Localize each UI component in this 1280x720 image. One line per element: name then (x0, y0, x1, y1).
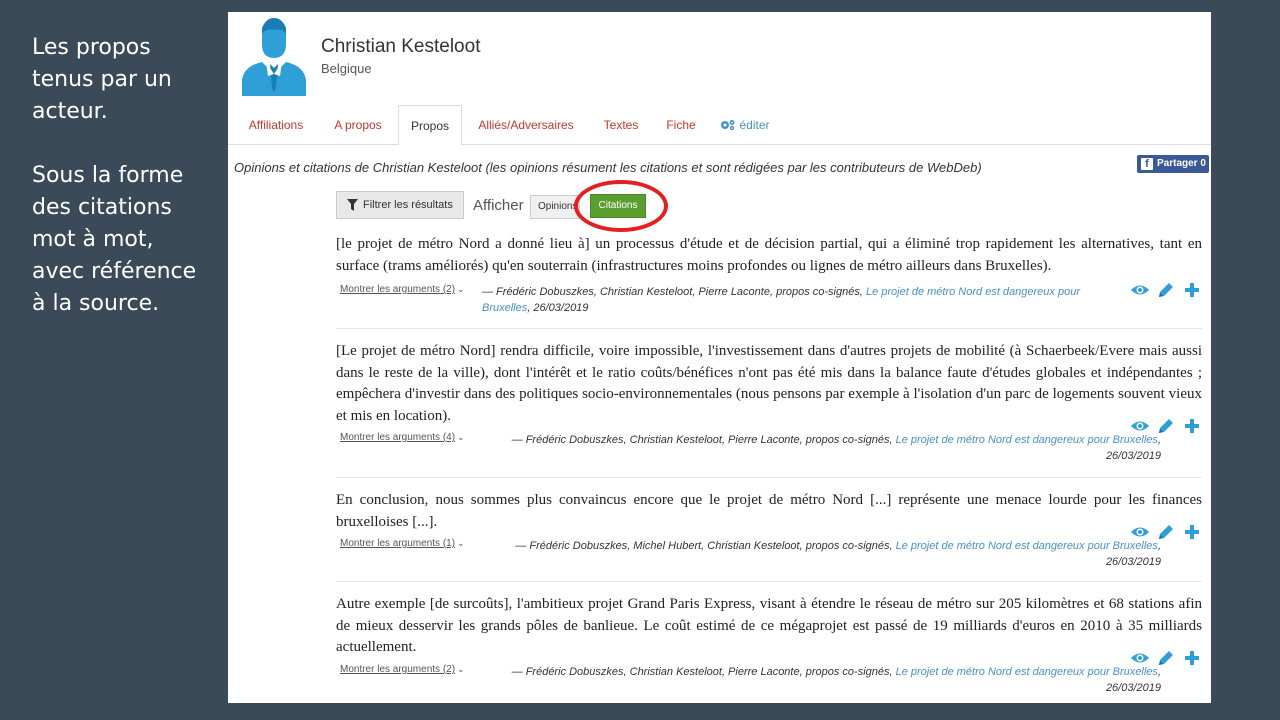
avatar-icon (242, 18, 306, 96)
citation-meta: — Frédéric Dobuszkes, Christian Kesteloo… (506, 664, 1161, 696)
tab-textes[interactable]: Textes (592, 105, 650, 145)
citation-actions (1122, 522, 1202, 542)
show-arguments-label: Montrer les arguments (1) (340, 538, 456, 549)
citation-meta: — Frédéric Dobuszkes, Christian Kesteloo… (482, 284, 1082, 316)
pencil-icon[interactable] (1156, 280, 1176, 300)
show-label: Afficher (473, 197, 524, 214)
chevron-down-icon: ⌄ (457, 432, 465, 442)
citation-text: [Le projet de métro Nord] rendra diffici… (336, 343, 1202, 424)
citation-text: Autre exemple [de surcoûts], l'ambitieux… (336, 596, 1202, 655)
citation-divider (336, 328, 1202, 329)
profile-tabs: Affiliations A propos Propos Alliés/Adve… (228, 105, 1211, 146)
citation-authors: — Frédéric Dobuszkes, Christian Kesteloo… (511, 434, 800, 446)
share-label: Partager 0 (1157, 158, 1206, 169)
chevron-down-icon: ⌄ (457, 664, 465, 674)
citation-item: [le projet de métro Nord a donné lieu à]… (336, 234, 1202, 314)
citation-cosigned: , propos co-signés, (769, 286, 866, 298)
slide-note: Les propos tenus par un acteur. Sous la … (32, 32, 212, 320)
citation-date: , 26/03/2019 (527, 302, 589, 314)
actor-country: Belgique (321, 61, 372, 76)
tab-fiche[interactable]: Fiche (656, 105, 706, 145)
plus-icon[interactable] (1182, 522, 1202, 542)
citation-item: En conclusion, nous sommes plus convainc… (336, 490, 1202, 568)
webdeb-screen: Christian Kesteloot Belgique Affiliation… (228, 12, 1211, 703)
show-arguments-label: Montrer les arguments (2) (340, 284, 456, 295)
eye-icon[interactable] (1130, 416, 1150, 436)
cogs-icon (721, 120, 735, 131)
citation-actions (1122, 416, 1202, 436)
citation-authors: — Frédéric Dobuszkes, Christian Kesteloo… (511, 666, 800, 678)
citation-divider (336, 477, 1202, 478)
pencil-icon[interactable] (1156, 648, 1176, 668)
slide-note-paragraph-2: Sous la forme des citations mot à mot, a… (32, 163, 197, 316)
filter-icon (347, 199, 358, 211)
filter-results-label: Filtrer les résultats (363, 199, 453, 211)
citation-actions (1122, 280, 1202, 300)
plus-icon[interactable] (1182, 416, 1202, 436)
eye-icon[interactable] (1130, 280, 1150, 300)
citation-cosigned: , propos co-signés, (799, 666, 896, 678)
citation-cosigned: , propos co-signés, (799, 434, 896, 446)
tab-propos[interactable]: Propos (398, 105, 462, 146)
filter-results-button[interactable]: Filtrer les résultats (336, 191, 464, 219)
plus-icon[interactable] (1182, 280, 1202, 300)
citation-actions (1122, 648, 1202, 668)
citation-meta: — Frédéric Dobuszkes, Michel Hubert, Chr… (506, 538, 1161, 570)
show-arguments-link[interactable]: Montrer les arguments (2) ⌄ (340, 284, 465, 295)
pencil-icon[interactable] (1156, 522, 1176, 542)
chevron-down-icon: ⌄ (457, 538, 465, 548)
citation-item: [Le projet de métro Nord] rendra diffici… (336, 341, 1202, 462)
show-arguments-label: Montrer les arguments (2) (340, 664, 456, 675)
opinions-toggle-button[interactable]: Opinions (530, 195, 580, 219)
show-arguments-label: Montrer les arguments (4) (340, 432, 456, 443)
facebook-share-button[interactable]: f Partager 0 (1137, 155, 1209, 173)
citation-authors: — Frédéric Dobuszkes, Michel Hubert, Chr… (515, 540, 800, 552)
eye-icon[interactable] (1130, 522, 1150, 542)
chevron-down-icon: ⌄ (457, 284, 465, 294)
citation-item: Autre exemple [de surcoûts], l'ambitieux… (336, 594, 1202, 694)
citation-text: [le projet de métro Nord a donné lieu à]… (336, 236, 1202, 274)
tab-editer-label: éditer (739, 118, 770, 132)
show-arguments-link[interactable]: Montrer les arguments (2) ⌄ (340, 664, 465, 675)
citation-cosigned: , propos co-signés, (799, 540, 896, 552)
actor-name: Christian Kesteloot (321, 36, 481, 57)
slide-note-paragraph-1: Les propos tenus par un acteur. (32, 35, 172, 124)
actor-profile-header: Christian Kesteloot Belgique (228, 12, 1211, 108)
eye-icon[interactable] (1130, 648, 1150, 668)
citation-source-link[interactable]: Le projet de métro Nord est dangereux po… (896, 666, 1158, 678)
citation-text: En conclusion, nous sommes plus convainc… (336, 492, 1202, 530)
highlight-annotation-ring (574, 180, 668, 232)
citation-source-link[interactable]: Le projet de métro Nord est dangereux po… (896, 540, 1158, 552)
intro-text: Opinions et citations de Christian Keste… (234, 160, 982, 175)
citation-authors: — Frédéric Dobuszkes, Christian Kesteloo… (482, 286, 770, 298)
citation-meta: — Frédéric Dobuszkes, Christian Kesteloo… (506, 432, 1161, 464)
plus-icon[interactable] (1182, 648, 1202, 668)
tab-affiliations[interactable]: Affiliations (234, 105, 318, 145)
show-arguments-link[interactable]: Montrer les arguments (1) ⌄ (340, 538, 465, 549)
tab-editer[interactable]: éditer (712, 105, 778, 145)
facebook-icon: f (1141, 158, 1153, 170)
citation-source-link[interactable]: Le projet de métro Nord est dangereux po… (896, 434, 1158, 446)
show-arguments-link[interactable]: Montrer les arguments (4) ⌄ (340, 432, 465, 443)
tab-allies-adversaires[interactable]: Alliés/Adversaires (468, 105, 584, 145)
pencil-icon[interactable] (1156, 416, 1176, 436)
tab-a-propos[interactable]: A propos (324, 105, 392, 145)
citation-divider (336, 581, 1202, 582)
